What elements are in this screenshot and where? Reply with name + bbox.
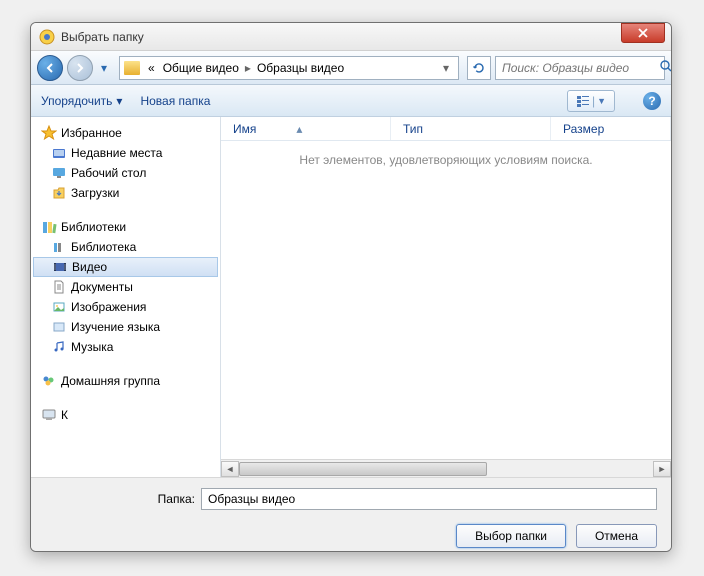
cancel-button[interactable]: Отмена [576, 524, 657, 548]
search-icon[interactable] [659, 59, 672, 76]
folder-picker-dialog: Выбрать папку ▾ « Общие видео ▸ Образцы … [30, 22, 672, 552]
search-box[interactable] [495, 56, 665, 80]
chevron-down-icon: ▼ [597, 96, 606, 106]
tree-libraries[interactable]: Библиотеки [31, 217, 220, 237]
scroll-thumb[interactable] [239, 462, 487, 476]
folder-icon [124, 61, 140, 75]
documents-icon [51, 279, 67, 295]
tree-item-selected[interactable]: Видео [33, 257, 218, 277]
tree-homegroup[interactable]: Домашняя группа [31, 371, 220, 391]
column-headers: Имя▴ Тип Размер [221, 117, 671, 141]
bottom-panel: Папка: Выбор папки Отмена [31, 477, 671, 552]
organize-button[interactable]: Упорядочить ▾ [41, 94, 122, 108]
search-input[interactable] [502, 61, 659, 75]
tree-item[interactable]: Документы [31, 277, 220, 297]
tree-favorites[interactable]: Избранное [31, 123, 220, 143]
scroll-track[interactable] [239, 461, 653, 477]
desktop-icon [51, 165, 67, 181]
scroll-left-button[interactable]: ◄ [221, 461, 239, 477]
separator: | [592, 94, 595, 108]
folder-name-input[interactable] [201, 488, 657, 510]
folder-label: Папка: [45, 492, 195, 506]
titlebar[interactable]: Выбрать папку [31, 23, 671, 51]
computer-icon [41, 407, 57, 423]
tree-item[interactable]: Загрузки [31, 183, 220, 203]
column-name[interactable]: Имя▴ [221, 117, 391, 140]
homegroup-icon [41, 373, 57, 389]
navigation-tree[interactable]: Избранное Недавние места Рабочий стол За… [31, 117, 221, 477]
nav-history-dropdown[interactable]: ▾ [97, 58, 111, 78]
music-icon [51, 339, 67, 355]
new-folder-button[interactable]: Новая папка [140, 94, 210, 108]
chevron-right-icon[interactable]: ▸ [243, 61, 253, 75]
pictures-icon [51, 299, 67, 315]
toolbar: Упорядочить ▾ Новая папка | ▼ ? [31, 85, 671, 117]
tree-item[interactable]: Библиотека [31, 237, 220, 257]
tree-item[interactable]: Рабочий стол [31, 163, 220, 183]
breadcrumb-prefix: « [144, 61, 159, 75]
address-bar[interactable]: « Общие видео ▸ Образцы видео ▾ [119, 56, 459, 80]
tree-computer[interactable]: К [31, 405, 220, 425]
star-icon [41, 125, 57, 141]
help-button[interactable]: ? [643, 92, 661, 110]
chevron-down-icon: ▾ [116, 94, 122, 108]
view-mode-button[interactable]: | ▼ [567, 90, 615, 112]
select-folder-button[interactable]: Выбор папки [456, 524, 566, 548]
dialog-body: Избранное Недавние места Рабочий стол За… [31, 117, 671, 477]
library-icon [51, 239, 67, 255]
tree-item[interactable]: Недавние места [31, 143, 220, 163]
column-size[interactable]: Размер [551, 117, 671, 140]
breadcrumb-item[interactable]: Образцы видео [253, 61, 348, 75]
tree-item[interactable]: Изучение языка [31, 317, 220, 337]
close-button[interactable] [621, 23, 665, 43]
back-button[interactable] [37, 55, 63, 81]
tree-item[interactable]: Изображения [31, 297, 220, 317]
scroll-right-button[interactable]: ► [653, 461, 671, 477]
tree-item[interactable]: Музыка [31, 337, 220, 357]
address-dropdown[interactable]: ▾ [438, 61, 454, 75]
refresh-button[interactable] [467, 56, 491, 80]
libraries-icon [41, 219, 57, 235]
navigation-bar: ▾ « Общие видео ▸ Образцы видео ▾ [31, 51, 671, 85]
recent-icon [51, 145, 67, 161]
downloads-icon [51, 185, 67, 201]
video-icon [52, 259, 68, 275]
folder-icon [51, 319, 67, 335]
file-list-pane: Имя▴ Тип Размер Нет элементов, удовлетво… [221, 117, 671, 477]
horizontal-scrollbar[interactable]: ◄ ► [221, 459, 671, 477]
window-title: Выбрать папку [61, 30, 144, 44]
forward-button[interactable] [67, 55, 93, 81]
app-icon [39, 29, 55, 45]
empty-message: Нет элементов, удовлетворяющих условиям … [221, 141, 671, 167]
column-type[interactable]: Тип [391, 117, 551, 140]
breadcrumb-item[interactable]: Общие видео [159, 61, 243, 75]
sort-ascending-icon: ▴ [296, 122, 302, 136]
